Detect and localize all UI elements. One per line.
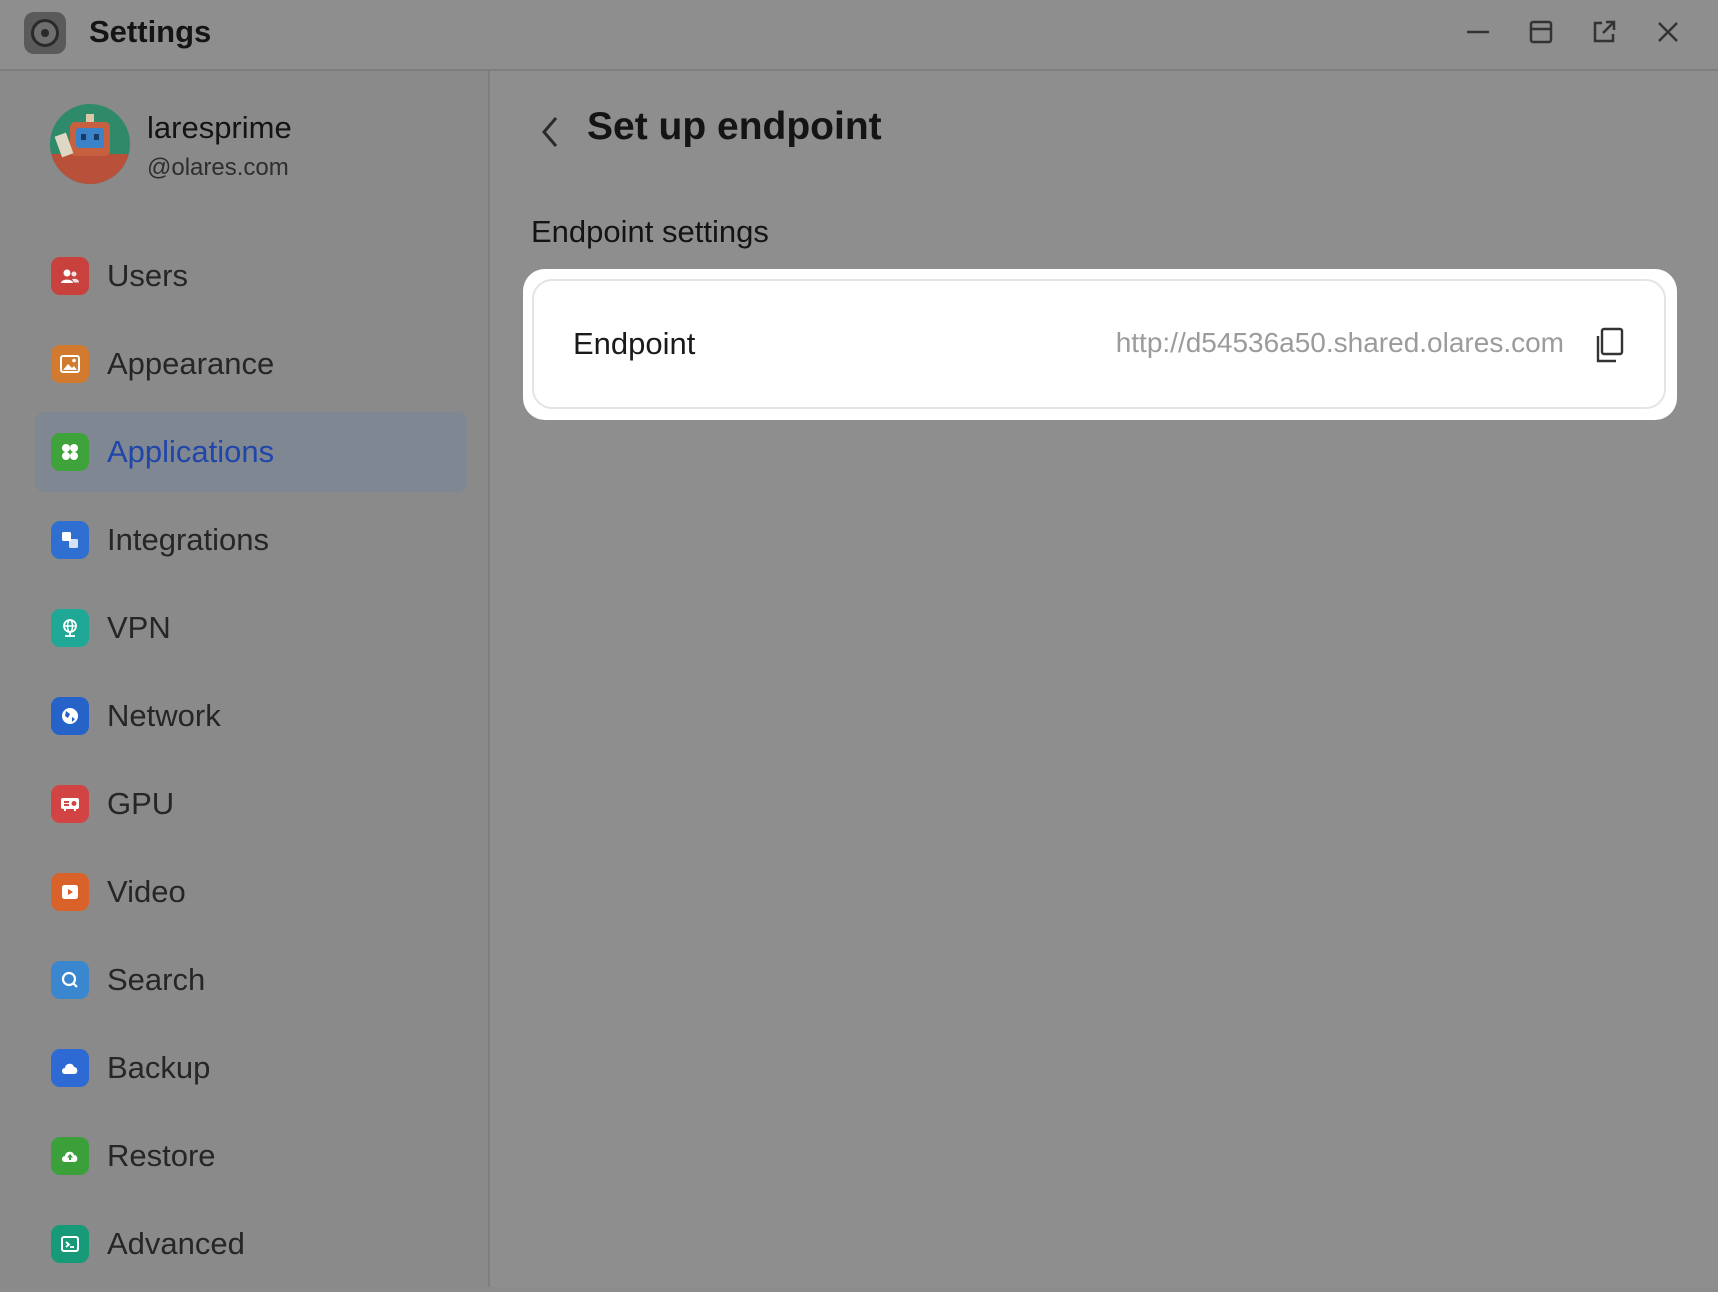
search-icon [51,961,89,999]
video-play-icon [51,873,89,911]
sidebar-item-users[interactable]: Users [35,236,467,316]
sidebar-item-advanced[interactable]: Advanced [35,1204,467,1284]
window-title: Settings [89,14,212,49]
integrations-icon [51,521,89,559]
sidebar-item-label: GPU [107,786,175,821]
minimize-button[interactable] [1460,14,1496,50]
sidebar-item-label: Search [107,962,206,997]
chevron-left-icon [542,117,558,147]
sidebar-item-label: Video [107,874,186,909]
endpoint-label: Endpoint [573,326,696,361]
sidebar-nav: Users Appearance Applications Integratio… [35,236,467,1292]
users-icon [51,257,89,295]
sidebar-item-applications[interactable]: Applications [35,412,467,492]
sidebar-item-label: Restore [107,1138,216,1173]
sidebar-item-network[interactable]: Network [35,676,467,756]
sidebar-item-label: VPN [107,610,171,645]
image-icon [51,345,89,383]
sidebar-item-vpn[interactable]: VPN [35,588,467,668]
sidebar-item-label: Integrations [107,522,269,557]
sidebar-item-gpu[interactable]: GPU [35,764,467,844]
sidebar-item-restore[interactable]: Restore [35,1116,467,1196]
copy-button[interactable] [1590,325,1630,365]
page-title: Set up endpoint [587,105,882,148]
profile-name: laresprime [147,110,292,145]
cloud-backup-icon [51,1049,89,1087]
sidebar-item-label: Users [107,258,188,293]
sidebar: laresprime @olares.com Users Appearance [0,71,490,1287]
section-title: Endpoint settings [531,214,769,249]
terminal-icon [51,1225,89,1263]
sidebar-item-label: Advanced [107,1226,245,1261]
close-button[interactable] [1650,14,1686,50]
sidebar-item-label: Backup [107,1050,211,1085]
main-panel: Set up endpoint Endpoint settings Endpoi… [490,71,1718,1287]
sidebar-item-video[interactable]: Video [35,852,467,932]
maximize-button[interactable] [1523,14,1559,50]
user-profile[interactable]: laresprime @olares.com [50,104,470,186]
endpoint-row: Endpoint http://d54536a50.shared.olares.… [532,279,1666,409]
sidebar-item-label: Appearance [107,346,275,381]
sidebar-item-integrations[interactable]: Integrations [35,500,467,580]
title-bar: Settings [0,0,1718,71]
open-external-icon [1593,20,1616,43]
settings-window: Settings laresprime @olares.com Users Ap… [0,0,1718,1287]
settings-gear-icon [24,12,66,54]
sidebar-item-appearance[interactable]: Appearance [35,324,467,404]
copy-icon [1596,327,1624,363]
sidebar-item-search[interactable]: Search [35,940,467,1020]
gpu-icon [51,785,89,823]
sidebar-item-backup[interactable]: Backup [35,1028,467,1108]
endpoint-value: http://d54536a50.shared.olares.com [1115,327,1564,358]
sidebar-item-label: Network [107,698,221,733]
close-icon [1658,22,1678,42]
endpoint-card-highlight: Endpoint http://d54536a50.shared.olares.… [523,269,1677,420]
profile-domain: @olares.com [147,154,289,181]
maximize-icon [1529,20,1553,44]
open-external-button[interactable] [1586,14,1622,50]
vpn-globe-icon [51,609,89,647]
apps-grid-icon [51,433,89,471]
back-button[interactable] [530,107,570,157]
sidebar-item-label: Applications [107,434,275,469]
network-icon [51,697,89,735]
minimize-icon [1467,30,1489,34]
avatar [50,104,130,184]
cloud-restore-icon [51,1137,89,1175]
